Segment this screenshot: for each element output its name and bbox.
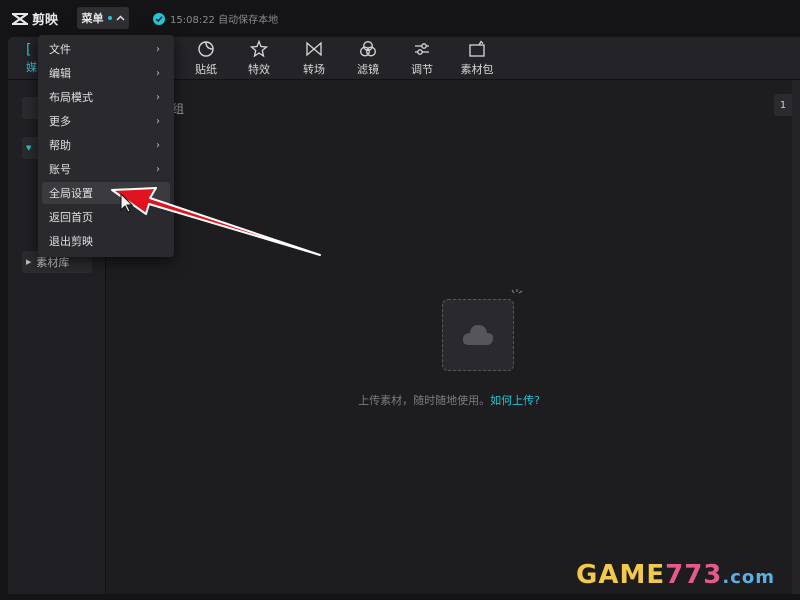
watermark-part-3: .com [722,567,776,588]
watermark-logo: GAME773.com [576,560,775,590]
watermark-part-1: GAME [576,560,666,590]
annotation-arrow [111,187,321,256]
watermark-part-2: 773 [665,560,723,590]
red-arrow-icon [111,187,321,256]
